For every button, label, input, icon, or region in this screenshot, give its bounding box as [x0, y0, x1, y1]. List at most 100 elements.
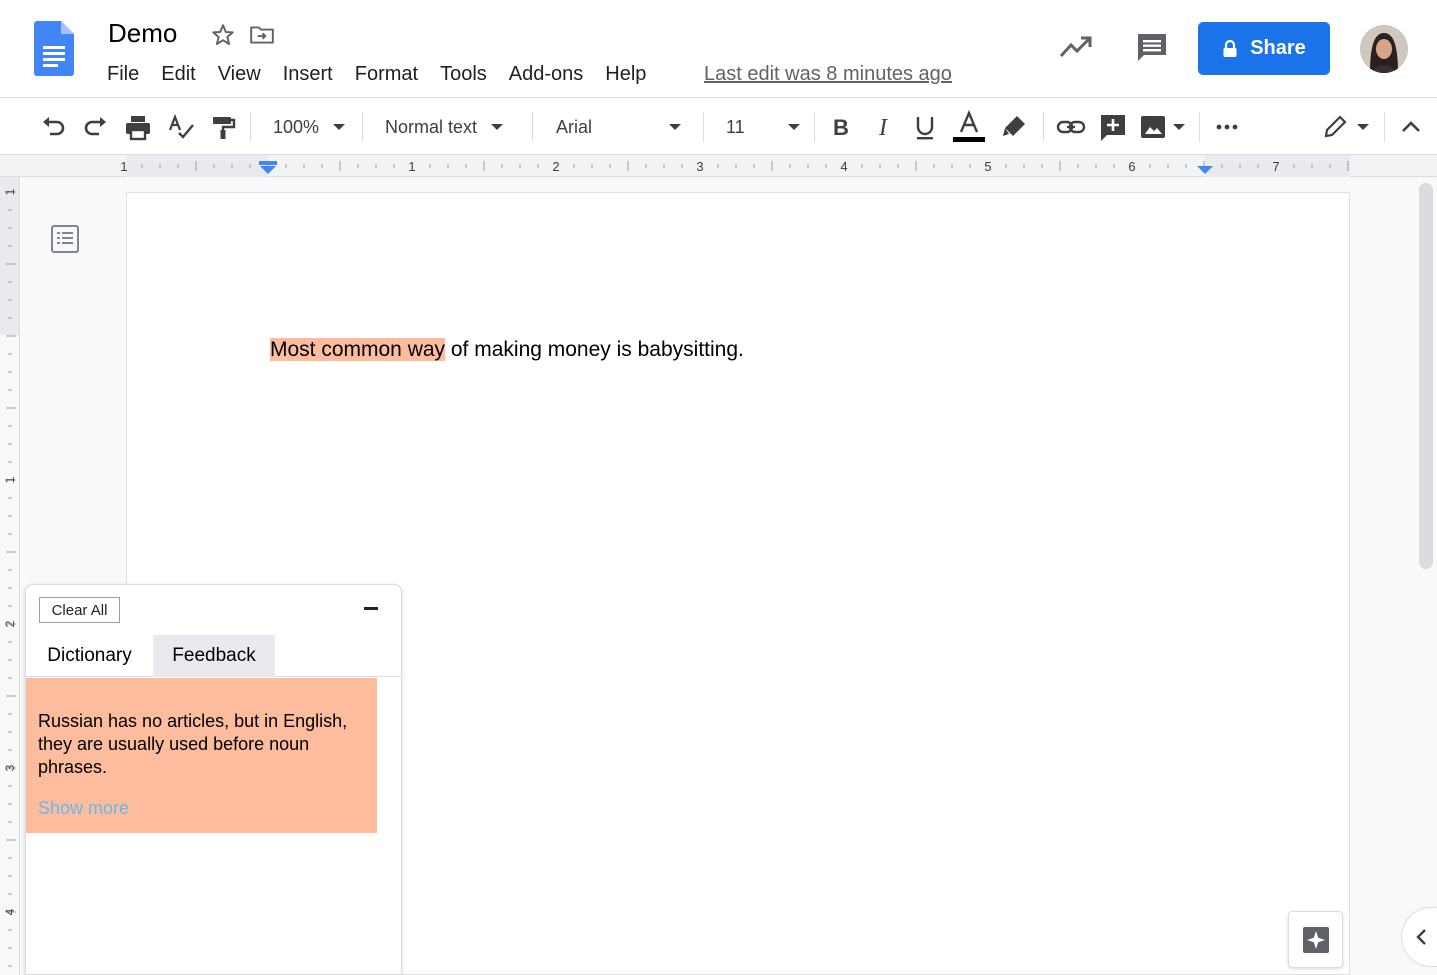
header: Demo File Edit View Insert Format Tools … [0, 0, 1437, 98]
font-size-select[interactable]: 11 [726, 111, 802, 143]
chevron-down-icon [669, 124, 681, 130]
document-title[interactable]: Demo [108, 18, 177, 49]
menu-format[interactable]: Format [344, 60, 429, 88]
zoom-select[interactable]: 100% [273, 111, 353, 143]
hide-menus-button[interactable] [1397, 111, 1425, 143]
spellcheck-button[interactable] [166, 111, 196, 143]
vertical-ruler-scale: 1 1 2 3 4 [0, 177, 19, 967]
text-color-button[interactable] [952, 110, 986, 143]
feedback-card: Russian has no articles, but in English,… [26, 678, 377, 833]
print-icon [126, 116, 150, 141]
star-icon[interactable] [210, 22, 236, 48]
link-icon [1056, 120, 1086, 134]
document-outline-icon[interactable] [50, 224, 80, 254]
flagged-phrase[interactable]: Most common way [270, 338, 446, 361]
ruler-label: 6 [1128, 159, 1135, 174]
more-options-button[interactable] [1213, 111, 1241, 143]
toolbar-divider [814, 112, 815, 142]
highlight-color-button[interactable] [1000, 111, 1028, 143]
font-size-value: 11 [726, 116, 745, 137]
explore-sparkle-icon [1302, 926, 1329, 953]
first-line-indent-marker [259, 161, 277, 165]
ruler-label: 1 [3, 188, 17, 195]
feedback-message: Russian has no articles, but in English,… [38, 711, 348, 777]
google-docs-window: Demo File Edit View Insert Format Tools … [0, 0, 1437, 975]
minimize-icon[interactable] [364, 607, 378, 610]
menu-bar: File Edit View Insert Format Tools Add-o… [96, 60, 657, 88]
toolbar-divider [703, 112, 704, 142]
add-comment-button[interactable] [1098, 111, 1128, 143]
chevron-down-icon [1173, 124, 1185, 130]
last-edit-link[interactable]: Last edit was 8 minutes ago [704, 60, 952, 88]
chevron-down-icon [788, 124, 800, 130]
menu-addons[interactable]: Add-ons [498, 60, 595, 88]
ruler-label: 1 [408, 159, 415, 174]
tab-feedback[interactable]: Feedback [153, 635, 275, 677]
chevron-down-icon [491, 124, 504, 130]
menu-help[interactable]: Help [594, 60, 657, 88]
undo-icon [43, 117, 65, 136]
bold-icon: B [833, 115, 849, 140]
move-to-folder-icon[interactable] [249, 22, 275, 48]
insert-link-button[interactable] [1055, 111, 1087, 143]
italic-icon: I [878, 115, 888, 141]
ruler-label: 7 [1272, 159, 1279, 174]
print-button[interactable] [123, 111, 153, 143]
activity-trend-icon[interactable] [1058, 32, 1092, 62]
ruler-label: 3 [3, 764, 17, 771]
document-paragraph[interactable]: Most common way of making money is babys… [270, 337, 744, 363]
more-horizontal-icon [1216, 124, 1238, 130]
undo-button[interactable] [38, 111, 68, 143]
vertical-ruler[interactable]: 1 1 2 3 4 [0, 177, 20, 975]
menu-insert[interactable]: Insert [272, 60, 344, 88]
chevron-down-icon [1357, 124, 1369, 130]
menu-edit[interactable]: Edit [150, 60, 206, 88]
user-photo-icon [1360, 25, 1408, 73]
comments-icon[interactable] [1134, 30, 1170, 66]
add-comment-icon [1101, 115, 1125, 141]
vertical-scrollbar[interactable] [1419, 183, 1433, 569]
paragraph-style-value: Normal text [385, 116, 478, 137]
italic-button[interactable]: I [868, 111, 898, 143]
ruler-label: 4 [840, 159, 847, 174]
panel-tabs: Dictionary Feedback [26, 635, 401, 677]
chevron-up-icon [1402, 121, 1420, 132]
clear-all-button[interactable]: Clear All [39, 597, 120, 623]
paragraph-text: of making money is babysitting. [445, 338, 744, 361]
tab-dictionary[interactable]: Dictionary [26, 635, 153, 677]
menu-tools[interactable]: Tools [429, 60, 498, 88]
underline-icon [916, 117, 934, 140]
paint-format-button[interactable] [208, 111, 238, 143]
ruler-label: 3 [696, 159, 703, 174]
underline-button[interactable] [910, 111, 940, 143]
horizontal-ruler[interactable]: 1 1 2 3 4 5 6 7 [0, 155, 1437, 177]
insert-image-button[interactable] [1139, 111, 1185, 143]
svg-text:I: I [878, 115, 888, 141]
text-color-icon [953, 110, 985, 142]
toolbar-divider [1199, 112, 1200, 142]
toolbar-divider [532, 112, 533, 142]
toolbar-divider [362, 112, 363, 142]
chevron-left-icon [1416, 929, 1426, 945]
paint-format-icon [213, 117, 236, 139]
redo-button[interactable] [81, 111, 111, 143]
paragraph-style-select[interactable]: Normal text [385, 111, 521, 143]
share-button[interactable]: Share [1198, 22, 1330, 75]
image-icon [1141, 116, 1165, 138]
svg-text:B: B [833, 115, 849, 140]
docs-logo-icon[interactable] [34, 21, 74, 76]
explore-button[interactable] [1288, 911, 1343, 968]
avatar[interactable] [1360, 25, 1408, 73]
editing-mode-button[interactable] [1321, 111, 1369, 143]
chevron-down-icon [333, 124, 346, 130]
redo-icon [84, 117, 106, 136]
ruler-label: 2 [3, 620, 17, 627]
ruler-label: 1 [120, 159, 127, 174]
pencil-icon [1324, 115, 1347, 138]
menu-view[interactable]: View [207, 60, 272, 88]
show-more-link[interactable]: Show more [38, 798, 129, 819]
ruler-label: 5 [984, 159, 991, 174]
bold-button[interactable]: B [826, 111, 856, 143]
menu-file[interactable]: File [96, 60, 150, 88]
font-select[interactable]: Arial [556, 111, 691, 143]
